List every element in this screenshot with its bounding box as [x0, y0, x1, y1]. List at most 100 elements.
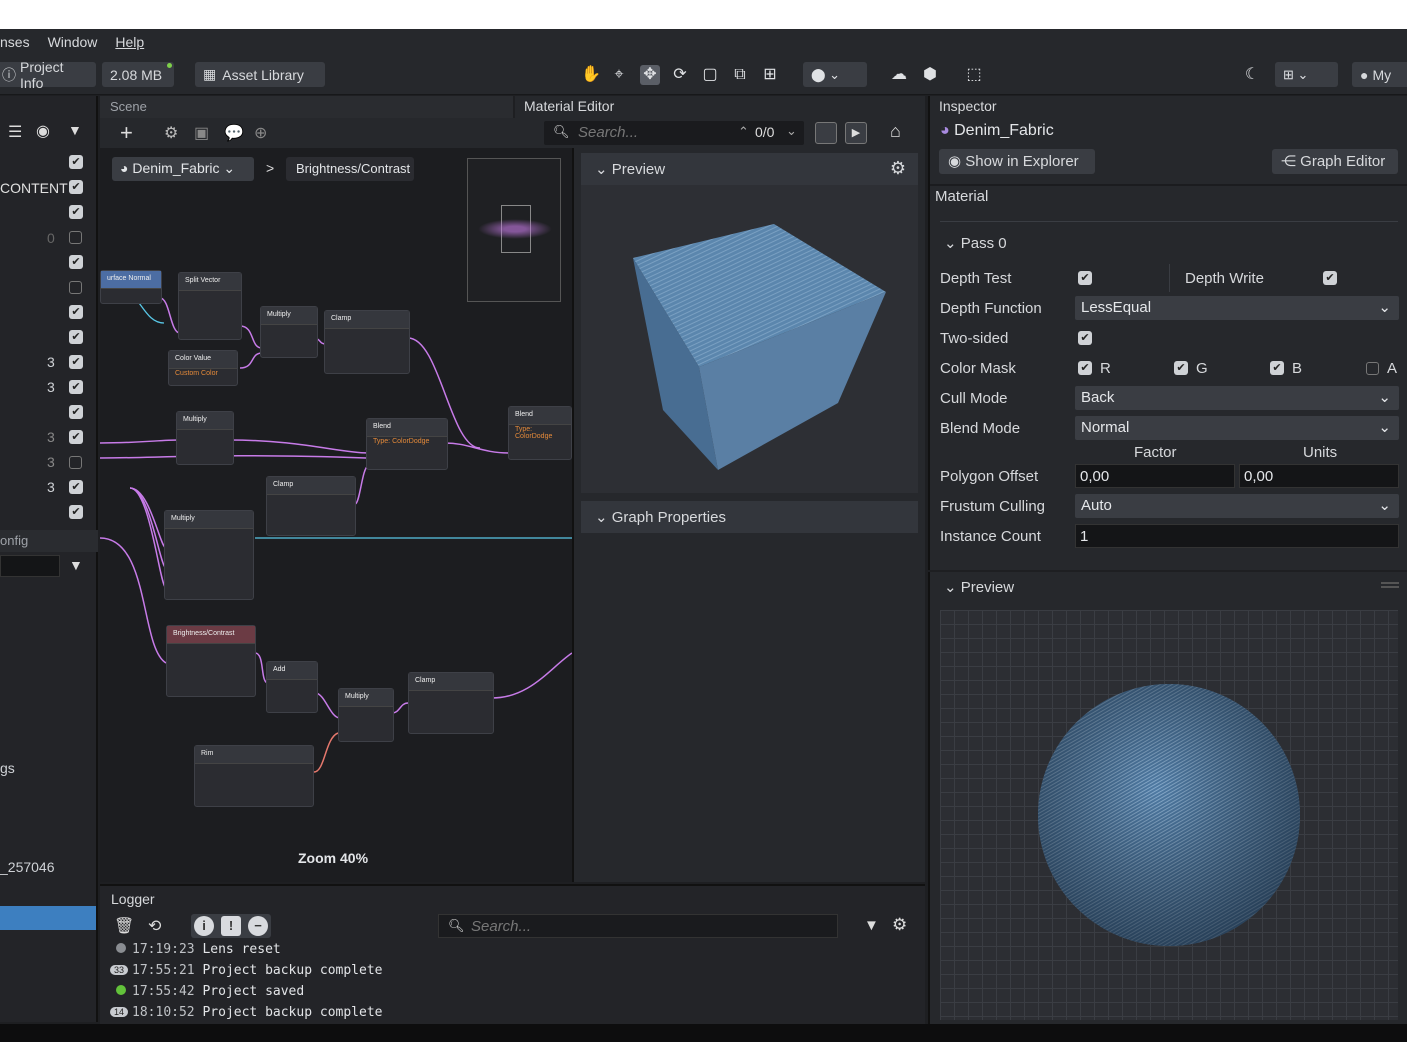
eye-icon[interactable]: ◉: [36, 121, 50, 141]
blend-mode-select[interactable]: Normal ⌄: [1075, 416, 1399, 440]
visibility-checkbox[interactable]: ✔: [69, 430, 83, 444]
home-icon[interactable]: ⌂: [890, 121, 901, 142]
two-sided-checkbox[interactable]: ✔: [1078, 331, 1092, 345]
clamp-node[interactable]: Clamp: [324, 310, 410, 374]
color-mask-a-checkbox[interactable]: [1366, 362, 1379, 375]
breadcrumb-child[interactable]: Brightness/Contrast: [286, 157, 414, 181]
color-mask-g-checkbox[interactable]: ✔: [1174, 361, 1188, 375]
selected-item[interactable]: [0, 906, 96, 930]
scene-tab[interactable]: Scene: [100, 96, 513, 118]
layout-dropdown[interactable]: ⊞ ⌄: [1275, 62, 1338, 87]
filter-icon[interactable]: ▼: [69, 557, 83, 573]
frame-icon[interactable]: ▣: [194, 123, 209, 143]
transform-icon[interactable]: ⊞: [760, 65, 780, 85]
preview-section-header[interactable]: ⌄ Preview ⚙: [581, 153, 918, 185]
cube-preview-viewport[interactable]: [581, 185, 918, 493]
trash-icon[interactable]: 🗑︎: [114, 916, 134, 936]
depth-function-select[interactable]: LessEqual ⌄: [1075, 296, 1399, 320]
add-node[interactable]: Add: [266, 661, 318, 713]
filter-icon[interactable]: ▼: [68, 122, 82, 138]
blend-node[interactable]: Blend Type: ColorDodge: [366, 418, 448, 470]
move-icon[interactable]: ✥: [640, 65, 660, 85]
clear-on-play-icon[interactable]: ⟲: [148, 916, 161, 936]
add-icon[interactable]: +: [120, 120, 133, 146]
list-icon[interactable]: ☰: [8, 122, 22, 142]
error-icon[interactable]: −: [248, 916, 268, 936]
visibility-checkbox[interactable]: [69, 456, 82, 469]
clamp-node[interactable]: Clamp: [408, 672, 494, 734]
config-search-input[interactable]: [0, 555, 60, 577]
material-editor-tab[interactable]: Material Editor: [515, 96, 925, 118]
color-value-node[interactable]: Color Value Custom Color: [168, 350, 238, 386]
sphere-preview-viewport[interactable]: [940, 610, 1398, 1020]
hand-icon[interactable]: ✋: [581, 65, 601, 85]
inspector-preview-header[interactable]: ⌄ Preview: [944, 578, 1014, 596]
log-entry[interactable]: 17:19:23 Lens reset: [110, 942, 281, 957]
visibility-checkbox[interactable]: ✔: [69, 355, 83, 369]
moon-icon[interactable]: ☾: [1242, 65, 1262, 85]
cull-mode-select[interactable]: Back ⌄: [1075, 386, 1399, 410]
multiply-node[interactable]: Multiply: [338, 688, 394, 742]
brightness-contrast-node[interactable]: Brightness/Contrast: [166, 625, 256, 697]
visibility-checkbox[interactable]: [69, 231, 82, 244]
visibility-checkbox[interactable]: ✔: [69, 305, 83, 319]
visibility-checkbox[interactable]: ✔: [69, 330, 83, 344]
breadcrumb-root[interactable]: ◕ Denim_Fabric ⌄: [112, 157, 254, 181]
graph-properties-header[interactable]: ⌄ Graph Properties: [581, 501, 918, 533]
menu-item-help[interactable]: Help: [115, 34, 144, 50]
node-graph-canvas[interactable]: ◕ Denim_Fabric ⌄ > Brightness/Contrast u…: [100, 148, 572, 882]
comment-icon[interactable]: 💬: [224, 123, 244, 143]
rect-icon[interactable]: ⧉: [730, 65, 750, 85]
menu-item-window[interactable]: Window: [48, 34, 98, 50]
node-icon[interactable]: ⚙: [164, 123, 178, 143]
visibility-checkbox[interactable]: [69, 281, 82, 294]
drag-handle-icon[interactable]: [1381, 582, 1399, 588]
multiply-node[interactable]: Multiply: [164, 510, 254, 600]
warning-icon[interactable]: !: [221, 916, 241, 936]
info-icon[interactable]: i: [194, 916, 214, 936]
visibility-checkbox[interactable]: ✔: [69, 505, 83, 519]
multiply-node[interactable]: Multiply: [260, 306, 318, 358]
visibility-checkbox[interactable]: ✔: [69, 205, 83, 219]
asset-library-button[interactable]: ▦ Asset Library: [195, 62, 325, 87]
visibility-checkbox[interactable]: ✔: [69, 405, 83, 419]
color-mask-b-checkbox[interactable]: ✔: [1270, 361, 1284, 375]
account-button[interactable]: ● My: [1352, 62, 1407, 87]
polygon-offset-units-input[interactable]: 0,00: [1239, 464, 1399, 488]
rim-node[interactable]: Rim: [194, 745, 314, 807]
graph-search-input[interactable]: Search...: [578, 124, 638, 141]
preview-icon[interactable]: ⬚: [964, 65, 984, 85]
graph-minimap[interactable]: [467, 158, 561, 302]
color-mask-r-checkbox[interactable]: ✔: [1078, 361, 1092, 375]
log-entry[interactable]: 33 17:55:21 Project backup complete: [110, 963, 382, 978]
graph-editor-button[interactable]: ⋲ Graph Editor: [1272, 149, 1398, 174]
polygon-offset-factor-input[interactable]: 0,00: [1075, 464, 1235, 488]
logger-search-input[interactable]: Search...: [471, 918, 531, 935]
visibility-checkbox[interactable]: ✔: [69, 155, 83, 169]
filter-icon[interactable]: ▼: [864, 917, 879, 934]
clamp-node[interactable]: Clamp: [266, 476, 356, 536]
show-in-explorer-button[interactable]: ◉ Show in Explorer: [939, 149, 1095, 174]
depth-test-checkbox[interactable]: ✔: [1078, 271, 1092, 285]
share-icon[interactable]: ⬢: [920, 65, 940, 85]
pivot-dropdown[interactable]: ⬤ ⌄: [803, 62, 867, 87]
surface-normal-node[interactable]: urface Normal: [100, 270, 162, 304]
next-result-icon[interactable]: ⌄: [786, 123, 797, 139]
rotate-icon[interactable]: ⟳: [670, 65, 690, 85]
visibility-checkbox[interactable]: ✔: [69, 480, 83, 494]
prev-result-icon[interactable]: ⌃: [738, 124, 749, 140]
split-vector-node[interactable]: Split Vector: [178, 272, 242, 340]
layout-toggle-icon[interactable]: [815, 122, 837, 144]
log-entry[interactable]: 17:55:42 Project saved: [110, 984, 304, 999]
play-icon[interactable]: ▶: [845, 122, 867, 144]
gear-icon[interactable]: ⚙: [890, 158, 906, 179]
log-entry[interactable]: 14 18:10:52 Project backup complete: [110, 1005, 382, 1020]
multiply-node[interactable]: Multiply: [176, 411, 234, 465]
visibility-checkbox[interactable]: ✔: [69, 255, 83, 269]
blend-node[interactable]: Blend Type: ColorDodge: [508, 406, 572, 460]
scale-icon[interactable]: ▢: [700, 65, 720, 85]
project-info-button[interactable]: ⓘ Project Info: [0, 59, 96, 91]
depth-write-checkbox[interactable]: ✔: [1323, 271, 1337, 285]
frustum-culling-select[interactable]: Auto ⌄: [1075, 494, 1399, 518]
gear-icon[interactable]: ⚙: [892, 915, 907, 935]
